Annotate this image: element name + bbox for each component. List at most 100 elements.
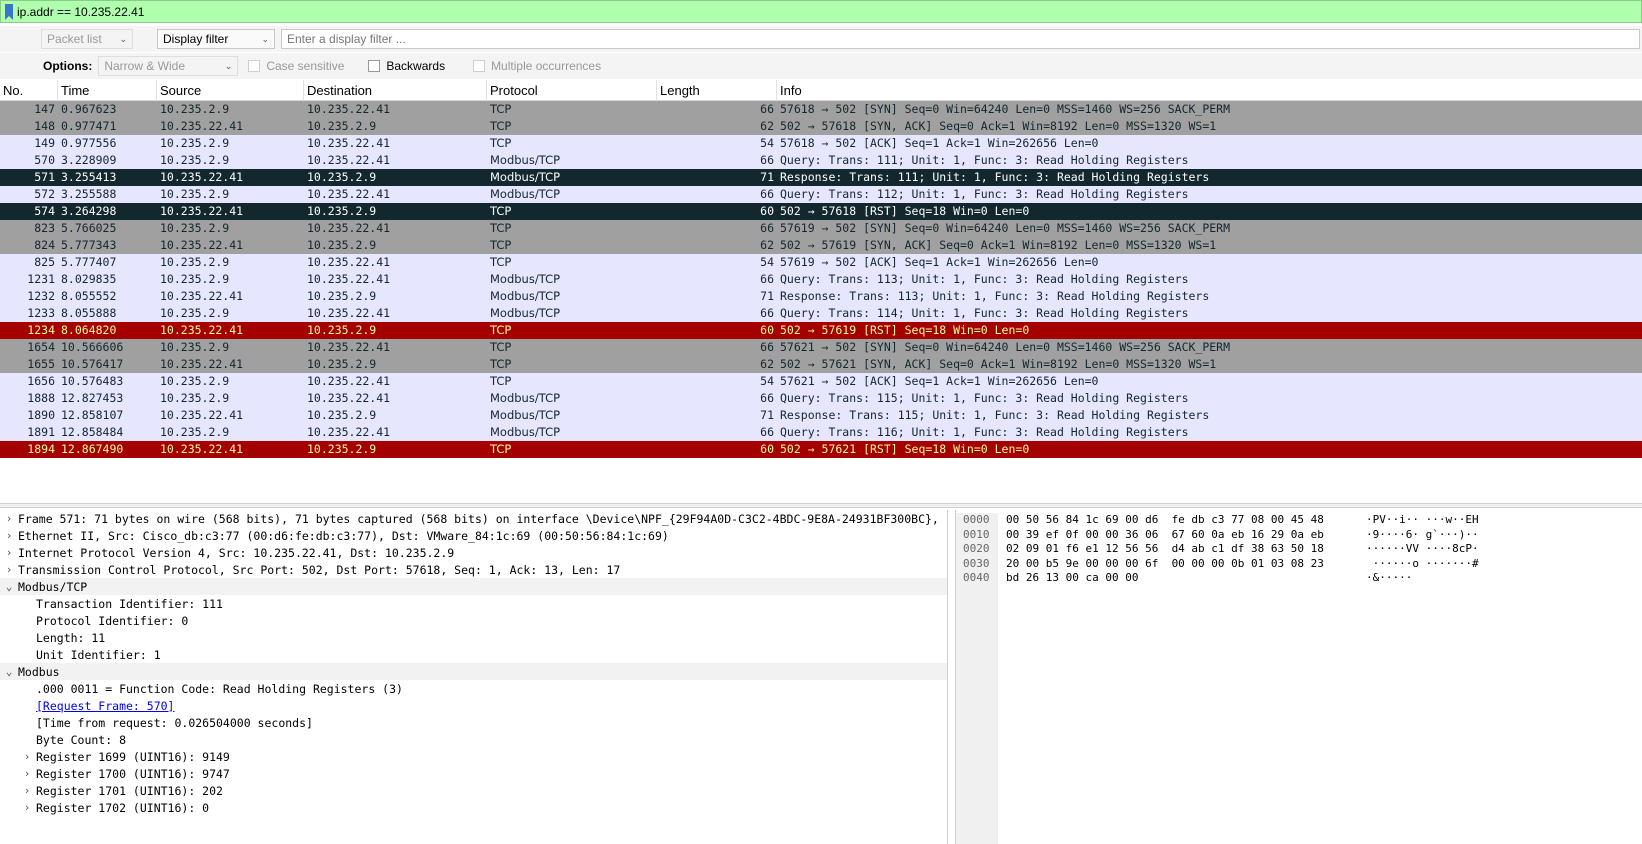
multiple-occurrences-checkbox[interactable]: Multiple occurrences (473, 59, 601, 73)
find-filter-input[interactable]: Enter a display filter ... (281, 29, 1640, 49)
packet-row[interactable]: 1654 10.566606 10.235.2.9 10.235.22.41 TCP 66… (0, 339, 1642, 356)
column-header-destination[interactable]: Destination (304, 80, 487, 101)
request-frame-link[interactable]: [Request Frame: 570] (36, 699, 174, 713)
packet-cell-no: 571 (34, 170, 55, 184)
packet-row[interactable]: 1890 12.858107 10.235.22.41 10.235.2.9 Modbu… (0, 407, 1642, 424)
packet-list[interactable]: 147 0.967623 10.235.2.9 10.235.22.41 TCP 66 57… (0, 101, 1642, 497)
packet-cell-len: 60 (760, 204, 774, 218)
bytes-ascii: ······o ·······# (1366, 556, 1479, 570)
backwards-checkbox[interactable]: Backwards (368, 59, 445, 73)
packet-row[interactable]: 1234 8.064820 10.235.22.41 10.235.2.9 TCP 60 5… (0, 322, 1642, 339)
detail-tree-item[interactable]: › Internet Protocol Version 4, Src: 10.23… (0, 544, 947, 561)
detail-tree-item[interactable]: › Register 1701 (UINT16): 202 (0, 782, 947, 799)
chevron-down-icon[interactable]: ⌄ (0, 665, 18, 678)
packet-cell-src: 10.235.22.41 (160, 170, 244, 184)
chevron-right-icon[interactable]: › (0, 563, 18, 576)
find-options-bar: Options: Narrow & Wide ⌄ Case sensitive … (0, 53, 1642, 79)
display-filter-input[interactable]: ip.addr == 10.235.22.41 (17, 5, 144, 19)
bytes-row[interactable]: 0010 00 39 ef 0f 00 00 36 06 67 60 0a eb … (956, 527, 1642, 542)
detail-tree-item[interactable]: .000 0011 = Function Code: Read Holding … (0, 680, 947, 697)
detail-tree-item[interactable]: › Register 1699 (UINT16): 9149 (0, 748, 947, 765)
packet-bytes-pane[interactable]: 0000 00 50 56 84 1c 69 00 d6 fe db c3 77 … (955, 510, 1642, 844)
packet-cell-time: 5.777343 (61, 238, 117, 252)
detail-tree-item[interactable]: [Request Frame: 570] (0, 697, 947, 714)
packet-row[interactable]: 570 3.228909 10.235.2.9 10.235.22.41 Modbus/… (0, 152, 1642, 169)
packet-row[interactable]: 571 3.255413 10.235.22.41 10.235.2.9 Modbus/… (0, 169, 1642, 186)
packet-cell-info: 57618 → 502 [ACK] Seq=1 Ack=1 Win=262656… (780, 136, 1099, 150)
detail-tree-item[interactable]: › Transmission Control Protocol, Src Port… (0, 561, 947, 578)
detail-tree-item[interactable]: Protocol Identifier: 0 (0, 612, 947, 629)
chevron-down-icon[interactable]: ⌄ (0, 580, 18, 593)
detail-tree-item[interactable]: [Time from request: 0.026504000 seconds] (0, 714, 947, 731)
packet-row[interactable]: 823 5.766025 10.235.2.9 10.235.22.41 TCP 66 57… (0, 220, 1642, 237)
detail-tree-item[interactable]: Byte Count: 8 (0, 731, 947, 748)
bookmark-icon[interactable] (5, 3, 13, 20)
packet-row[interactable]: 1233 8.055888 10.235.2.9 10.235.22.41 Modbus… (0, 305, 1642, 322)
packet-row[interactable]: 1232 8.055552 10.235.22.41 10.235.2.9 Modbus… (0, 288, 1642, 305)
case-sensitive-checkbox[interactable]: Case sensitive (248, 59, 344, 73)
packet-row[interactable]: 1231 8.029835 10.235.2.9 10.235.22.41 Modbus… (0, 271, 1642, 288)
char-width-combo[interactable]: Narrow & Wide ⌄ (98, 56, 239, 76)
column-header-source[interactable]: Source (157, 80, 304, 101)
bytes-row[interactable]: 0040 bd 26 13 00 ca 00 00 ·&····· (956, 571, 1642, 586)
detail-tree-item[interactable]: ⌄ Modbus/TCP (0, 578, 947, 595)
pane-splitter[interactable] (0, 503, 1642, 508)
packet-cell-info: Query: Trans: 114; Unit: 1, Func: 3: Rea… (780, 306, 1189, 320)
packet-row[interactable]: 147 0.967623 10.235.2.9 10.235.22.41 TCP 66 57… (0, 101, 1642, 118)
packet-row[interactable]: 149 0.977556 10.235.2.9 10.235.22.41 TCP 54 57… (0, 135, 1642, 152)
detail-tree-item[interactable]: Unit Identifier: 1 (0, 646, 947, 663)
packet-cell-time: 12.827453 (61, 391, 124, 405)
packet-cell-no: 149 (34, 136, 55, 150)
bytes-offset: 0000 (956, 513, 998, 528)
packet-cell-no: 147 (34, 102, 55, 116)
packet-cell-proto: Modbus/TCP (490, 425, 561, 439)
detail-tree-item[interactable]: Length: 11 (0, 629, 947, 646)
search-type-combo[interactable]: Display filter ⌄ (157, 29, 275, 49)
packet-cell-no: 1234 (27, 323, 55, 337)
bytes-row[interactable]: 0030 20 00 b5 9e 00 00 00 6f 00 00 00 0b … (956, 556, 1642, 571)
column-header-time[interactable]: Time (58, 80, 157, 101)
packet-row[interactable]: 824 5.777343 10.235.22.41 10.235.2.9 TCP 62 50… (0, 237, 1642, 254)
column-header-protocol[interactable]: Protocol (487, 80, 657, 101)
packet-details-pane[interactable]: › Frame 571: 71 bytes on wire (568 bits),… (0, 510, 948, 844)
packet-row[interactable]: 1656 10.576483 10.235.2.9 10.235.22.41 TCP 54… (0, 373, 1642, 390)
bytes-hex: bd 26 13 00 ca 00 00 (1006, 571, 1139, 584)
packet-row[interactable]: 572 3.255588 10.235.2.9 10.235.22.41 Modbus/… (0, 186, 1642, 203)
detail-tree-item[interactable]: › Frame 571: 71 bytes on wire (568 bits),… (0, 510, 947, 527)
chevron-right-icon[interactable]: › (0, 512, 18, 525)
chevron-right-icon[interactable]: › (18, 750, 36, 763)
bytes-row[interactable]: 0000 00 50 56 84 1c 69 00 d6 fe db c3 77 … (956, 513, 1642, 528)
packet-cell-len: 66 (760, 391, 774, 405)
packet-cell-info: 502 → 57619 [SYN, ACK] Seq=0 Ack=1 Win=8… (780, 238, 1217, 252)
chevron-right-icon[interactable]: › (18, 784, 36, 797)
chevron-right-icon[interactable]: › (0, 529, 18, 542)
packet-cell-info: 57619 → 502 [SYN] Seq=0 Win=64240 Len=0 … (780, 221, 1231, 235)
packet-row[interactable]: 148 0.977471 10.235.22.41 10.235.2.9 TCP 62 50… (0, 118, 1642, 135)
packet-row[interactable]: 1888 12.827453 10.235.2.9 10.235.22.41 Modbu… (0, 390, 1642, 407)
detail-tree-item[interactable]: › Ethernet II, Src: Cisco_db:c3:77 (00:d6… (0, 527, 947, 544)
packet-cell-len: 66 (760, 272, 774, 286)
case-sensitive-label: Case sensitive (266, 59, 345, 73)
chevron-right-icon[interactable]: › (0, 546, 18, 559)
column-header-length[interactable]: Length (657, 80, 777, 101)
packet-row[interactable]: 1894 12.867490 10.235.22.41 10.235.2.9 TCP 60… (0, 441, 1642, 458)
packet-row[interactable]: 1655 10.576417 10.235.22.41 10.235.2.9 TCP 62… (0, 356, 1642, 373)
chevron-right-icon[interactable]: › (18, 801, 36, 814)
packet-cell-no: 572 (34, 187, 55, 201)
column-header-no[interactable]: No. (0, 80, 58, 101)
detail-tree-item[interactable]: › Register 1700 (UINT16): 9747 (0, 765, 947, 782)
display-filter-bar[interactable]: ip.addr == 10.235.22.41 (0, 0, 1642, 23)
packet-row[interactable]: 574 3.264298 10.235.22.41 10.235.2.9 TCP 60 50… (0, 203, 1642, 220)
chevron-right-icon[interactable]: › (18, 767, 36, 780)
search-in-combo[interactable]: Packet list ⌄ (41, 29, 133, 49)
bytes-row[interactable]: 0020 02 09 01 f6 e1 12 56 56 d4 ab c1 df … (956, 542, 1642, 557)
packet-cell-src: 10.235.22.41 (160, 357, 244, 371)
column-header-info[interactable]: Info (777, 80, 1642, 101)
detail-tree-item[interactable]: › Register 1702 (UINT16): 0 (0, 799, 947, 816)
packet-row[interactable]: 825 5.777407 10.235.2.9 10.235.22.41 TCP 54 57… (0, 254, 1642, 271)
packet-row[interactable]: 1891 12.858484 10.235.2.9 10.235.22.41 Modbu… (0, 424, 1642, 441)
packet-cell-dst: 10.235.22.41 (307, 391, 391, 405)
detail-tree-item[interactable]: Transaction Identifier: 111 (0, 595, 947, 612)
detail-tree-item[interactable]: ⌄ Modbus (0, 663, 947, 680)
packet-cell-info: 502 → 57618 [RST] Seq=18 Win=0 Len=0 (780, 204, 1030, 218)
